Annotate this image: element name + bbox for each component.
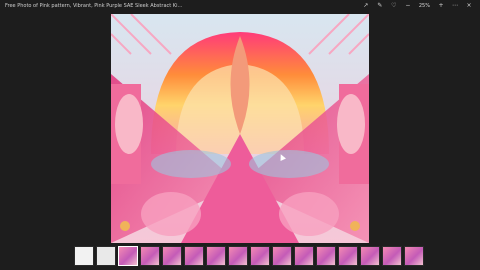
pattern-image (111, 14, 369, 243)
top-bar: Free Photo of Pink pattern, Vibrant, Pin… (0, 0, 480, 12)
filmstrip-thumbnail[interactable] (338, 246, 358, 266)
filmstrip-thumbnail[interactable] (162, 246, 182, 266)
edit-icon[interactable]: ✎ (377, 3, 383, 9)
filmstrip-thumbnail[interactable] (184, 246, 204, 266)
filmstrip-thumbnail[interactable] (250, 246, 270, 266)
filmstrip-thumbnail[interactable] (294, 246, 314, 266)
share-icon[interactable]: ↗ (363, 3, 369, 9)
filmstrip-thumbnail[interactable] (140, 246, 160, 266)
filmstrip-thumbnail[interactable] (360, 246, 380, 266)
heart-icon[interactable]: ♡ (391, 3, 397, 9)
image-viewer[interactable] (111, 14, 369, 243)
filmstrip-thumbnail[interactable] (272, 246, 292, 266)
more-icon[interactable]: ⋯ (452, 3, 458, 9)
zoom-in-icon[interactable]: + (438, 3, 444, 9)
zoom-level[interactable]: 25% (419, 2, 430, 10)
filmstrip-thumbnail[interactable] (96, 246, 116, 266)
filmstrip-thumbnail[interactable] (382, 246, 402, 266)
filmstrip-thumbnail[interactable] (404, 246, 424, 266)
close-icon[interactable]: × (466, 3, 472, 9)
filmstrip-thumbnail[interactable] (206, 246, 226, 266)
filmstrip-thumbnail[interactable] (74, 246, 94, 266)
zoom-out-icon[interactable]: − (405, 3, 411, 9)
filmstrip-thumbnail[interactable] (228, 246, 248, 266)
window-title: Free Photo of Pink pattern, Vibrant, Pin… (5, 3, 185, 9)
toolbar: ↗ ✎ ♡ − 25% + ⋯ × (363, 2, 472, 10)
filmstrip (74, 245, 424, 267)
filmstrip-thumbnail[interactable] (316, 246, 336, 266)
filmstrip-thumbnail[interactable] (118, 246, 138, 266)
